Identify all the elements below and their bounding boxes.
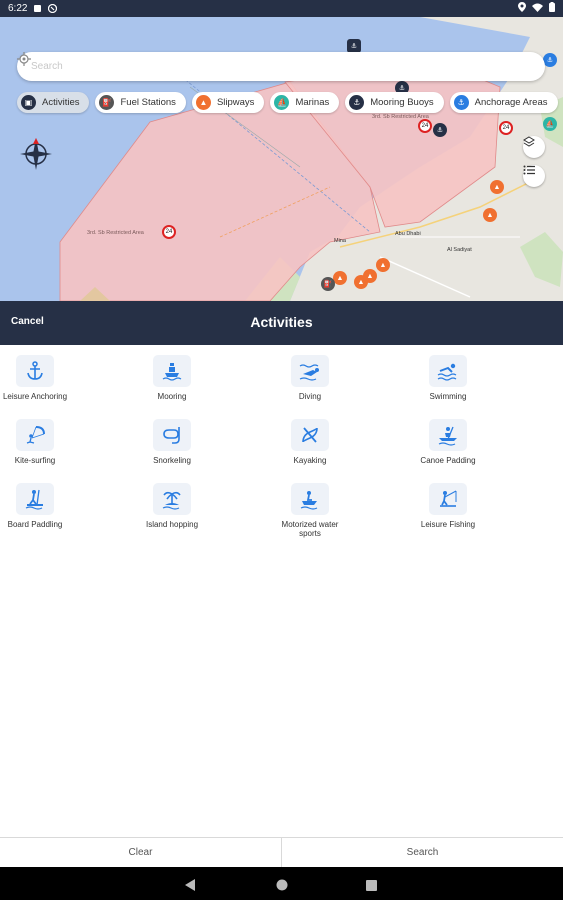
list-button[interactable] [523, 165, 545, 187]
chip-anchorage-areas[interactable]: ⚓ Anchorage Areas [449, 92, 558, 113]
chip-label: Anchorage Areas [474, 97, 548, 108]
chip-mooring-buoys[interactable]: ⚓ Mooring Buoys [345, 92, 444, 113]
slipway-marker[interactable]: ▲ [490, 180, 504, 194]
fuel-station-marker[interactable]: ⛽ [321, 277, 335, 291]
search-input[interactable] [31, 61, 431, 72]
activity-motorized-water-sports[interactable]: Motorized water sports [260, 483, 360, 538]
buoy-icon: ⚓ [349, 95, 365, 110]
activity-kite-surfing[interactable]: Kite-surfing [0, 419, 85, 466]
activity-label: Kayaking [293, 456, 327, 465]
jetski-icon [291, 483, 329, 515]
anchor-icon [16, 355, 54, 387]
chip-label: Marinas [295, 97, 330, 108]
map-label-city: Abu Dhabi [395, 231, 421, 237]
activity-kayaking[interactable]: Kayaking [260, 419, 360, 466]
status-time: 6:22 [8, 3, 28, 14]
chip-marinas[interactable]: ⛵ Marinas [270, 92, 340, 113]
slipway-marker[interactable]: ▲ [376, 258, 390, 272]
slipway-marker[interactable]: ▲ [363, 269, 377, 283]
island-hopping-icon [153, 483, 191, 515]
layers-button[interactable] [523, 136, 545, 158]
recents-icon[interactable] [366, 878, 377, 896]
activity-leisure-fishing[interactable]: Leisure Fishing [398, 483, 498, 530]
activity-mooring[interactable]: Mooring [122, 355, 222, 402]
map-label-district: Al Sadiyat [447, 247, 472, 253]
category-chips: ▣ Activities ⛽ Fuel Stations ▲ Slipways … [17, 92, 558, 113]
activity-canoe-padding[interactable]: Canoe Padding [398, 419, 498, 466]
back-icon[interactable] [185, 878, 196, 896]
slipway-marker[interactable]: ▲ [483, 208, 497, 222]
kitesurfing-icon [16, 419, 54, 451]
battery-icon [549, 2, 555, 15]
speed-limit-marker[interactable]: 24 [418, 119, 432, 133]
activity-label: Mooring [157, 392, 187, 401]
canoe-icon [429, 419, 467, 451]
activity-label: Diving [298, 392, 322, 401]
location-icon [518, 2, 526, 15]
chip-slipways[interactable]: ▲ Slipways [191, 92, 265, 113]
snorkeling-icon [153, 419, 191, 451]
notification-icon [33, 4, 42, 13]
activity-snorkeling[interactable]: Snorkeling [122, 419, 222, 466]
activity-label: Motorized water sports [281, 520, 339, 538]
app-notification-icon [48, 3, 58, 14]
activity-island-hopping[interactable]: Island hopping [122, 483, 222, 530]
search-button[interactable]: Search [281, 838, 563, 867]
speed-limit-marker[interactable]: 24 [499, 121, 513, 135]
marina-icon: ⛵ [274, 95, 290, 110]
chip-label: Fuel Stations [120, 97, 176, 108]
activity-label: Swimming [429, 392, 467, 401]
map-label-mina: Mina [334, 238, 346, 244]
chip-label: Activities [42, 97, 80, 108]
wifi-icon [532, 3, 543, 15]
bottom-actions: Clear Search [0, 837, 563, 867]
marina-marker[interactable]: ⛵ [543, 117, 557, 131]
activity-label: Kite-surfing [14, 456, 56, 465]
swimming-icon [429, 355, 467, 387]
chip-label: Mooring Buoys [370, 97, 434, 108]
anchor-icon: ⚓ [453, 95, 469, 110]
activity-label: Island hopping [145, 520, 199, 529]
sheet-header: Cancel Activities [0, 301, 563, 345]
mooring-buoy-marker[interactable]: ⚓ [347, 39, 361, 53]
home-icon[interactable] [276, 878, 288, 896]
chip-fuel-stations[interactable]: ⛽ Fuel Stations [95, 92, 186, 113]
activity-label: Leisure Anchoring [2, 392, 68, 401]
activity-swimming[interactable]: Swimming [398, 355, 498, 402]
map-search-bar[interactable] [17, 52, 545, 81]
clear-button[interactable]: Clear [0, 838, 281, 867]
map-label-restricted-2: 3rd. Sb Restricted Area [87, 230, 144, 236]
mooring-icon [153, 355, 191, 387]
mooring-buoy-marker[interactable]: ⚓ [433, 123, 447, 137]
slipway-marker[interactable]: ▲ [333, 271, 347, 285]
system-nav-bar [0, 867, 563, 900]
fuel-icon: ⛽ [99, 95, 115, 110]
kayaking-icon [291, 419, 329, 451]
fishing-icon [429, 483, 467, 515]
chip-activities[interactable]: ▣ Activities [17, 92, 90, 113]
activity-label: Leisure Fishing [420, 520, 476, 529]
status-bar: 6:22 [0, 0, 563, 17]
anchorage-marker[interactable]: ⚓ [543, 53, 557, 67]
activity-label: Snorkeling [153, 456, 191, 465]
speed-limit-marker[interactable]: 24 [162, 225, 176, 239]
activities-icon: ▣ [21, 95, 36, 110]
activity-label: Canoe Padding [420, 456, 476, 465]
sheet-title: Activities [250, 314, 313, 330]
activity-leisure-anchoring[interactable]: Leisure Anchoring [0, 355, 85, 402]
slipway-icon: ▲ [195, 95, 211, 110]
map-view[interactable]: 3rd. Sb Restricted Area 3rd. Sb Restrict… [0, 17, 563, 301]
activity-diving[interactable]: Diving [260, 355, 360, 402]
board-paddling-icon [16, 483, 54, 515]
diving-icon [291, 355, 329, 387]
chip-label: Slipways [216, 97, 255, 108]
activity-board-paddling[interactable]: Board Paddling [0, 483, 85, 530]
activity-label: Board Paddling [7, 520, 63, 529]
